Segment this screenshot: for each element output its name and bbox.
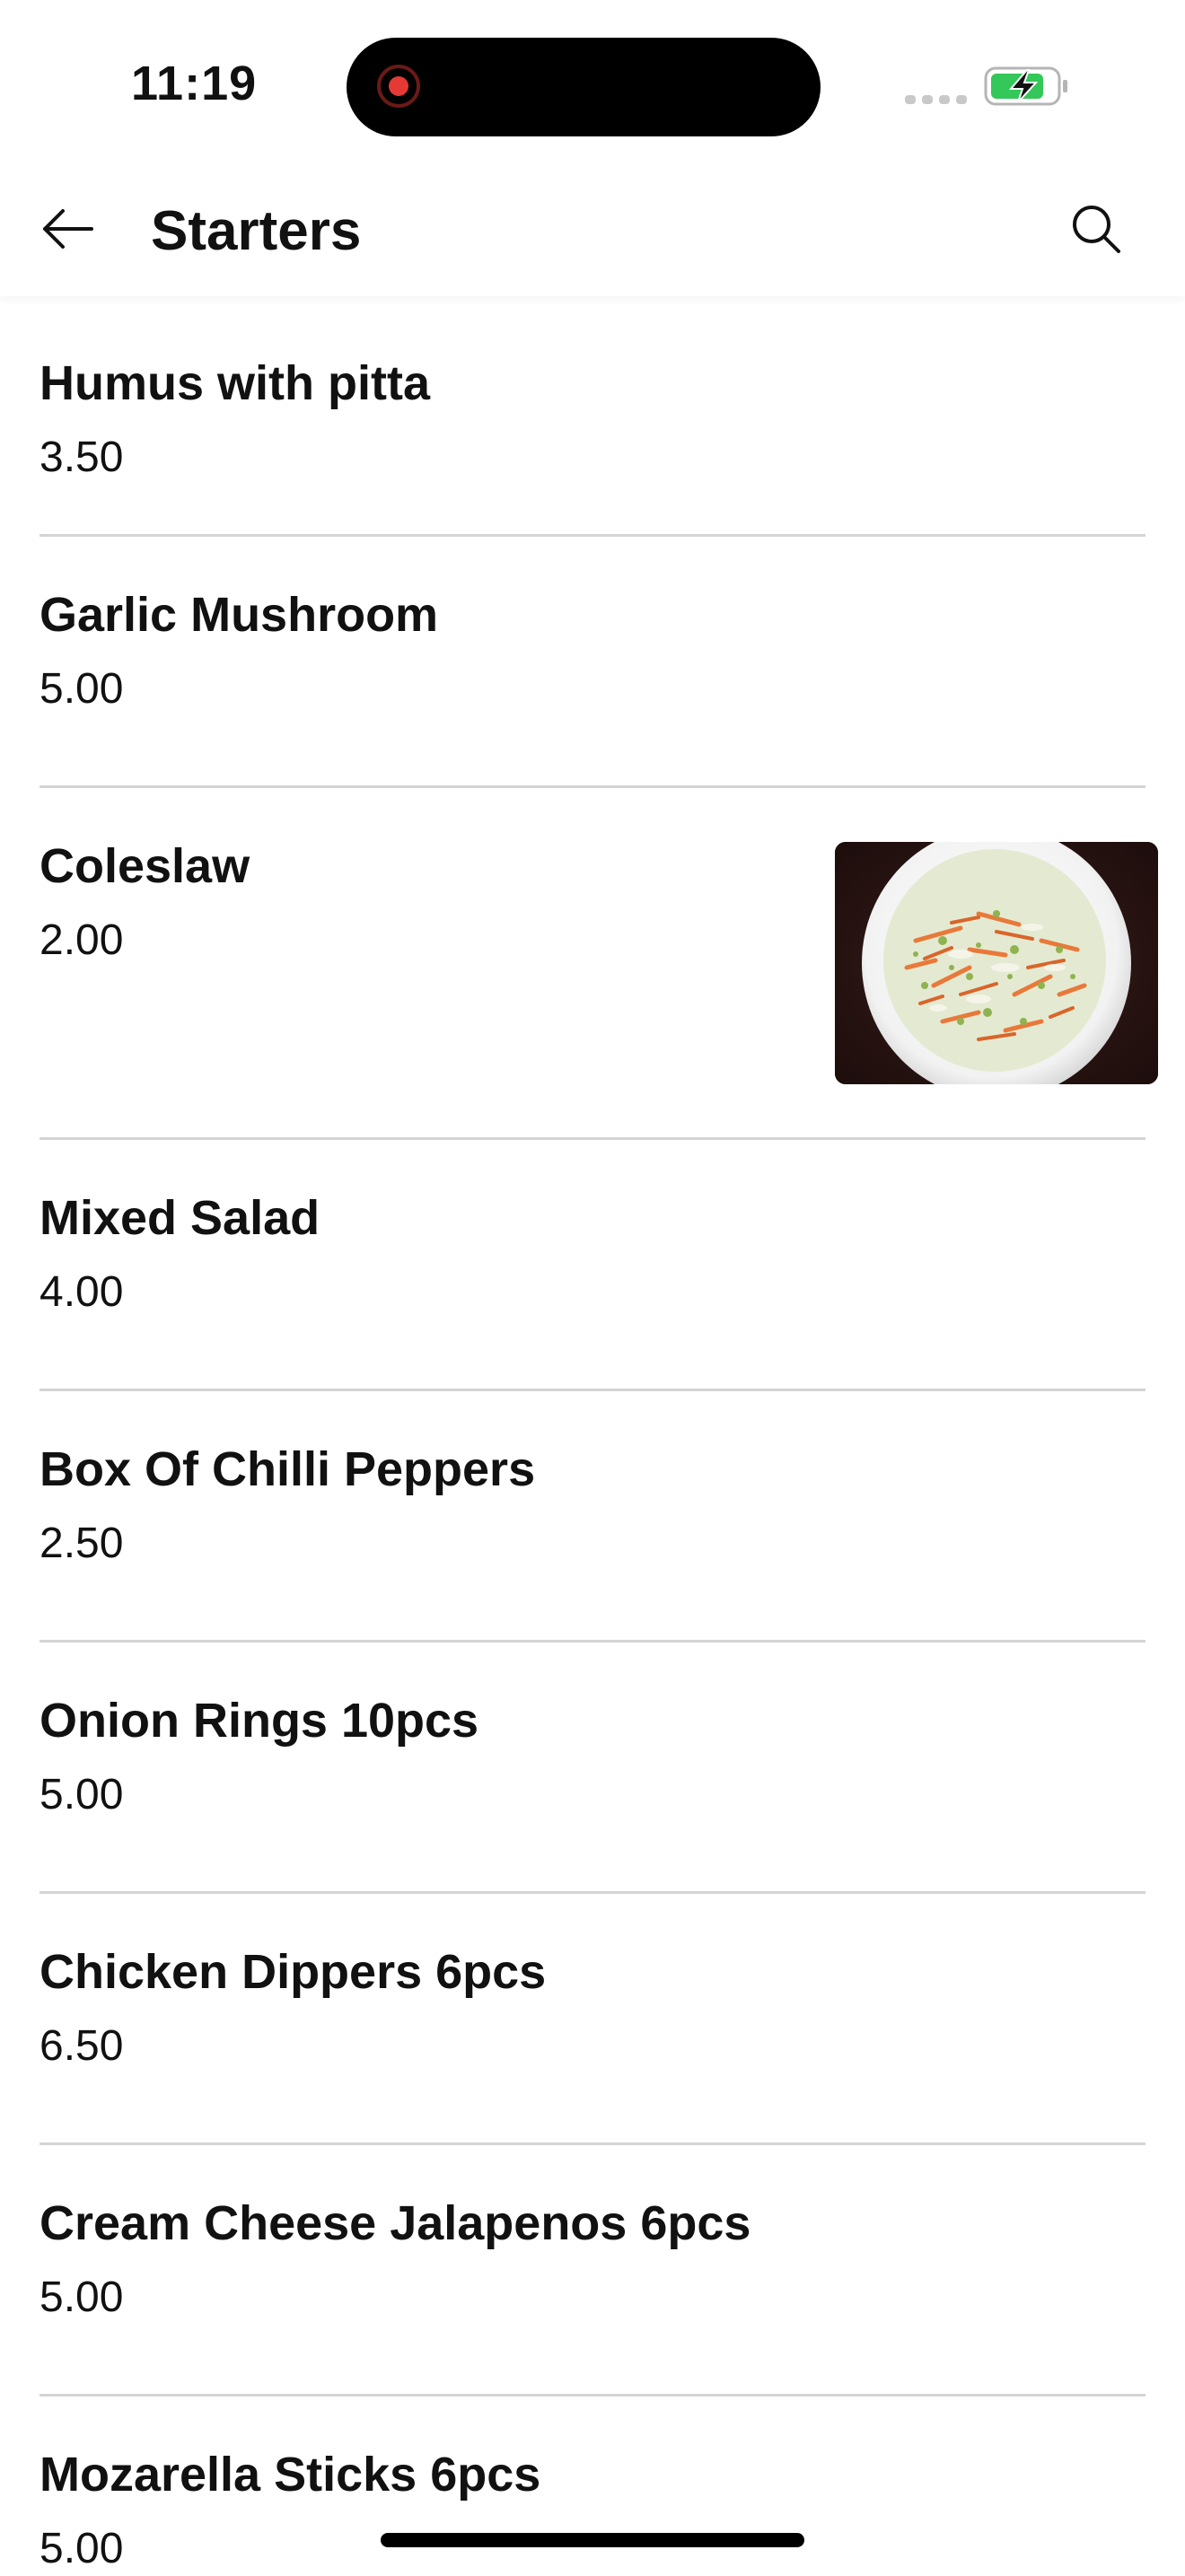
back-arrow-icon[interactable]: [36, 197, 99, 260]
status-bar: 11:19: [0, 0, 1185, 162]
app-header: Starters: [0, 162, 1185, 296]
menu-item[interactable]: Garlic Mushroom 5.00: [0, 537, 1185, 788]
item-price: 4.00: [40, 1268, 124, 1316]
battery-charging-icon: [984, 66, 1067, 106]
menu-item[interactable]: Box Of Chilli Peppers 2.50: [0, 1391, 1185, 1643]
item-name: Box Of Chilli Peppers: [40, 1442, 536, 1496]
item-price: 3.50: [40, 434, 124, 481]
item-name: Onion Rings 10pcs: [40, 1694, 479, 1748]
screen-recording-icon: [377, 65, 420, 108]
item-price: 5.00: [40, 1771, 124, 1818]
item-name: Coleslaw: [40, 839, 250, 893]
coleslaw-photo[interactable]: [835, 842, 1158, 1084]
item-name: Mixed Salad: [40, 1191, 320, 1245]
menu-item[interactable]: Onion Rings 10pcs 5.00: [0, 1643, 1185, 1894]
item-name: Humus with pitta: [40, 356, 430, 410]
menu-item[interactable]: Cream Cheese Jalapenos 6pcs 5.00: [0, 2145, 1185, 2396]
menu-list: Humus with pitta 3.50 Garlic Mushroom 5.…: [0, 305, 1185, 2572]
item-price: 2.50: [40, 1520, 124, 1567]
status-time: 11:19: [131, 57, 258, 110]
item-price: 5.00: [40, 665, 124, 713]
cellular-signal-icon: [905, 95, 967, 104]
menu-item[interactable]: Mixed Salad 4.00: [0, 1140, 1185, 1391]
search-icon[interactable]: [1065, 197, 1128, 260]
item-price: 6.50: [40, 2022, 124, 2070]
item-name: Cream Cheese Jalapenos 6pcs: [40, 2196, 751, 2250]
coleslaw-image: [835, 842, 1158, 1084]
item-name: Mozarella Sticks 6pcs: [40, 2448, 541, 2502]
page-title: Starters: [151, 200, 362, 262]
menu-item[interactable]: Humus with pitta 3.50: [0, 305, 1185, 537]
item-name: Garlic Mushroom: [40, 588, 439, 642]
item-price: 2.00: [40, 916, 124, 964]
item-name: Chicken Dippers 6pcs: [40, 1945, 547, 1999]
menu-item[interactable]: Chicken Dippers 6pcs 6.50: [0, 1894, 1185, 2145]
item-price: 5.00: [40, 2525, 124, 2572]
menu-item[interactable]: Coleslaw 2.00: [0, 788, 1185, 1140]
home-indicator[interactable]: [381, 2533, 804, 2547]
item-price: 5.00: [40, 2274, 124, 2321]
dynamic-island: [347, 38, 821, 136]
